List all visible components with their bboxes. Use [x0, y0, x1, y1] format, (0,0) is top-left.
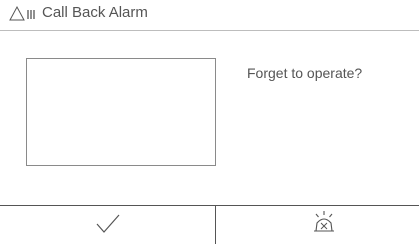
video-preview-box	[26, 58, 216, 166]
alarm-bell-icon	[314, 211, 334, 232]
alarm-message: Forget to operate?	[247, 65, 363, 81]
warning-signal-icon	[9, 5, 35, 21]
checkmark-icon	[96, 214, 120, 233]
header-bar: Call Back Alarm	[0, 0, 419, 31]
page-title: Call Back Alarm	[42, 4, 148, 21]
alarm-button[interactable]	[216, 206, 419, 244]
confirm-button[interactable]	[0, 206, 215, 244]
